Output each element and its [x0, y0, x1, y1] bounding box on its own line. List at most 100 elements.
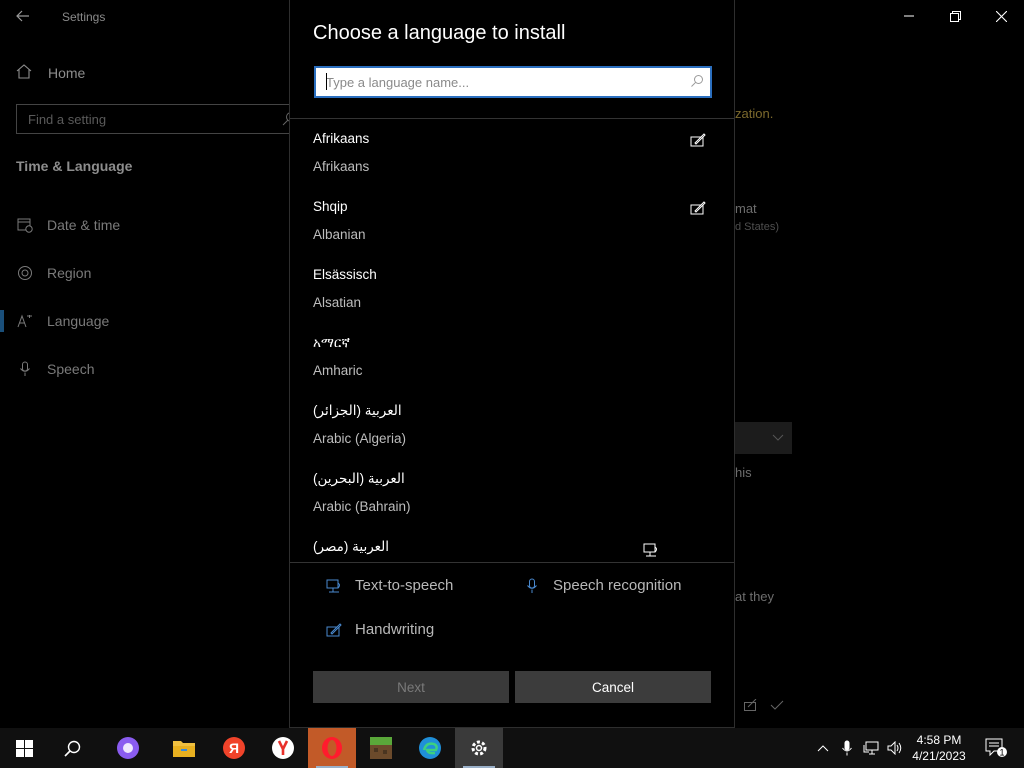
active-nav-indicator	[0, 310, 4, 332]
language-native-name: Elsässisch	[313, 267, 377, 282]
next-button[interactable]: Next	[313, 671, 509, 703]
list-item[interactable]: Afrikaans Afrikaans	[290, 119, 734, 187]
minimize-icon	[904, 15, 914, 17]
taskbar-app-yandex-browser[interactable]	[259, 728, 307, 768]
show-hidden-icons-button[interactable]	[811, 728, 835, 768]
search-icon	[63, 740, 80, 757]
language-icon	[16, 313, 34, 329]
network-icon	[863, 741, 879, 755]
taskbar-app-edge[interactable]	[406, 728, 454, 768]
close-button[interactable]	[978, 0, 1024, 32]
yandex-icon: Я	[223, 737, 245, 759]
sidebar-item-language[interactable]: Language	[16, 308, 109, 334]
language-english-name: Afrikaans	[313, 159, 370, 174]
sidebar-item-label: Language	[47, 313, 110, 329]
taskbar-app-settings[interactable]	[455, 728, 503, 768]
background-text: his	[735, 465, 752, 480]
back-arrow-icon	[16, 10, 29, 22]
language-native-name: العربية (البحرين)	[313, 471, 405, 486]
start-button[interactable]	[0, 728, 48, 768]
background-dropdown	[735, 422, 792, 454]
svg-text:Я: Я	[229, 740, 239, 756]
sidebar-item-speech[interactable]: Speech	[16, 356, 94, 382]
text-to-speech-icon	[643, 543, 657, 557]
legend-label: Handwriting	[355, 621, 435, 638]
language-native-name: አማርኛ	[313, 335, 350, 350]
language-english-name: Albanian	[313, 227, 366, 242]
background-text: at they	[735, 589, 775, 604]
find-setting-input[interactable]: Find a setting	[16, 104, 306, 134]
search-icon	[691, 75, 703, 87]
legend-speech-recognition: Speech recognition	[523, 577, 681, 594]
sidebar-item-label: Date & time	[47, 217, 121, 233]
tray-network[interactable]	[859, 728, 883, 768]
list-item[interactable]: አማርኛ Amharic	[290, 323, 734, 391]
section-title: Time & Language	[16, 158, 133, 174]
notification-count: 1	[999, 748, 1004, 758]
taskbar-app-file-explorer[interactable]	[160, 728, 208, 768]
restore-button[interactable]	[932, 0, 978, 32]
clock-date: 4/21/2023	[912, 749, 966, 763]
sidebar-item-label: Region	[47, 265, 92, 281]
action-center-button[interactable]: 1	[978, 728, 1014, 768]
text-caret	[326, 73, 327, 90]
language-english-name: Arabic (Algeria)	[313, 431, 407, 446]
minecraft-icon	[370, 737, 392, 759]
taskbar-search-button[interactable]	[48, 728, 96, 768]
edge-icon	[419, 737, 441, 759]
language-english-name: Amharic	[313, 363, 363, 378]
home-icon	[16, 64, 34, 82]
minimize-button[interactable]	[886, 0, 932, 32]
taskbar: Я 4:58 PM 4/21/2023 1	[0, 728, 1024, 768]
taskbar-app-yandex[interactable]: Я	[210, 728, 258, 768]
file-explorer-icon	[173, 741, 195, 757]
dialog-title: Choose a language to install	[313, 22, 566, 44]
windows-logo-icon	[15, 739, 33, 757]
list-item[interactable]: Elsässisch Alsatian	[290, 255, 734, 323]
close-icon	[995, 10, 1007, 22]
list-item[interactable]: Shqip Albanian	[290, 187, 734, 255]
microphone-icon	[842, 740, 852, 756]
clock-time: 4:58 PM	[916, 733, 962, 747]
list-item[interactable]: العربية (البحرين) Arabic (Bahrain)	[290, 459, 734, 527]
chevron-down-icon	[772, 434, 784, 441]
globe-icon	[16, 265, 34, 281]
chevron-up-icon	[817, 745, 829, 752]
sidebar-item-region[interactable]: Region	[16, 260, 91, 286]
background-text: mat	[735, 201, 757, 216]
notification-icon: 1	[985, 738, 1007, 758]
find-setting-placeholder: Find a setting	[28, 111, 107, 127]
restore-icon	[949, 10, 961, 22]
language-native-name: Shqip	[313, 199, 348, 214]
microphone-icon	[16, 361, 34, 377]
handwriting-icon	[690, 201, 706, 215]
calendar-clock-icon	[16, 217, 34, 233]
language-search-field[interactable]	[314, 66, 712, 98]
settings-icon	[471, 740, 487, 756]
volume-icon	[887, 741, 902, 755]
alice-icon	[117, 737, 139, 759]
taskbar-app-minecraft[interactable]	[357, 728, 405, 768]
app-title: Settings	[62, 10, 106, 24]
taskbar-app-alice[interactable]	[104, 728, 152, 768]
handwriting-icon	[690, 133, 706, 147]
list-item[interactable]: العربية (مصر)	[290, 527, 734, 561]
tray-microphone[interactable]	[835, 728, 859, 768]
sidebar-item-date-time[interactable]: Date & time	[16, 212, 120, 238]
background-text: zation.	[735, 106, 774, 121]
language-native-name: العربية (مصر)	[313, 539, 390, 554]
language-picker-dialog: Choose a language to install Afrikaans A…	[289, 0, 735, 728]
language-list[interactable]: Afrikaans Afrikaans Shqip Albanian Elsäs…	[290, 119, 734, 561]
tray-volume[interactable]	[883, 728, 907, 768]
legend-handwriting: Handwriting	[325, 621, 434, 638]
nav-home[interactable]: Home	[16, 60, 85, 86]
home-label: Home	[48, 65, 86, 81]
list-item[interactable]: العربية (الجزائر) Arabic (Algeria)	[290, 391, 734, 459]
language-search-input[interactable]	[326, 74, 666, 90]
clock[interactable]: 4:58 PM 4/21/2023	[908, 732, 970, 764]
legend-label: Text-to-speech	[355, 577, 454, 594]
cancel-button[interactable]: Cancel	[515, 671, 711, 703]
taskbar-app-opera[interactable]	[308, 728, 356, 768]
back-button[interactable]	[8, 4, 38, 28]
text-to-speech-icon	[325, 579, 343, 593]
